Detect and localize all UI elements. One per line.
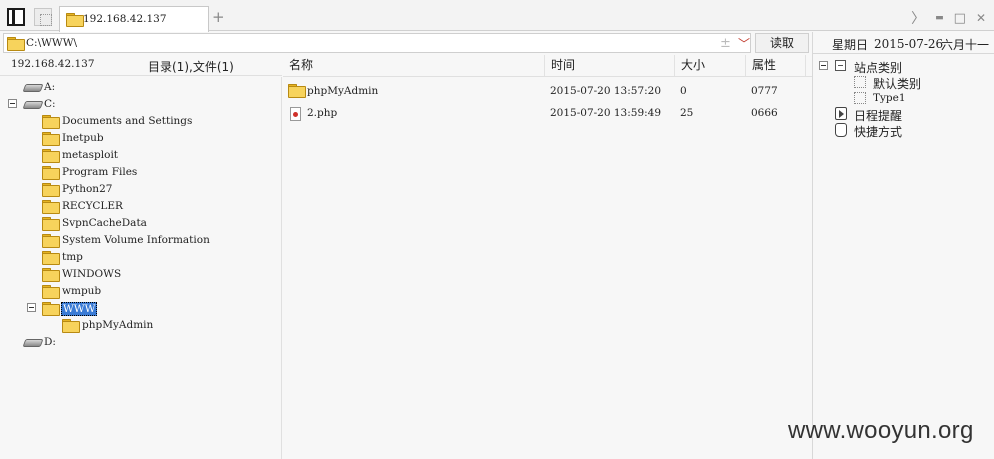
file-time: 2015-07-20 13:59:49 — [550, 107, 662, 119]
tab-blank[interactable] — [34, 8, 52, 26]
folder-icon — [66, 13, 84, 27]
tree-drive-label: D: — [44, 336, 56, 348]
path-input[interactable]: C:\WWW\ ± ﹀ — [3, 33, 751, 53]
tree-drive-label: C: — [44, 98, 56, 110]
date-bar: 星期日 2015-07-26 六月十一 — [813, 32, 994, 54]
file-name: phpMyAdmin — [307, 85, 379, 97]
host-label: 192.168.42.137 — [11, 58, 95, 70]
file-size: 0 — [680, 85, 687, 97]
tree-drive-label: A: — [44, 81, 56, 93]
folder-icon — [42, 251, 60, 265]
column-name[interactable]: 名称 — [283, 55, 545, 76]
folder-icon — [42, 200, 60, 214]
tree-folder-label: WWW — [61, 302, 98, 316]
folder-icon — [288, 84, 306, 98]
close-button[interactable]: ✕ — [976, 11, 986, 25]
folder-icon — [7, 37, 25, 51]
tree-folder-label: wmpub — [62, 285, 102, 297]
type1-label: Type1 — [873, 92, 906, 104]
collapse-icon[interactable] — [819, 61, 828, 70]
info-bar: 192.168.42.137 目录(1),文件(1) — [0, 55, 282, 76]
hand-icon — [835, 123, 847, 137]
folder-icon — [42, 268, 60, 282]
tree-folder-label: tmp — [62, 251, 83, 263]
drive-icon — [24, 82, 40, 91]
file-time: 2015-07-20 13:57:20 — [550, 85, 662, 97]
folder-icon — [62, 319, 80, 333]
column-attr[interactable]: 属性 — [746, 55, 806, 76]
tab-bar: 192.168.42.137 + 〉 ▬ □ ✕ — [0, 0, 994, 32]
window-controls: 〉 ▬ □ ✕ — [911, 8, 986, 28]
shortcut-label: 快捷方式 — [854, 125, 903, 139]
minimize-button[interactable]: ▬ — [935, 13, 944, 23]
folder-icon — [42, 217, 60, 231]
lunar-date: 六月十一 — [941, 38, 990, 52]
tab-active[interactable]: 192.168.42.137 — [59, 6, 209, 32]
site-category-label: 站点类别 — [854, 61, 903, 75]
folder-icon — [42, 166, 60, 180]
right-panel: 星期日 2015-07-26 六月十一 站点类别 默认类别 Type1 日程提醒… — [812, 32, 994, 459]
tree-folder-label: Documents and Settings — [62, 115, 193, 127]
default-category-label: 默认类别 — [873, 77, 922, 91]
folder-icon — [42, 132, 60, 146]
tree-folder-label: SvpnCacheData — [62, 217, 147, 229]
category-item-icon — [854, 76, 866, 88]
file-attr: 0666 — [751, 107, 778, 119]
add-tab-button[interactable]: + — [212, 8, 225, 26]
maximize-button[interactable]: □ — [954, 11, 966, 26]
tree-folder-label: System Volume Information — [62, 234, 210, 246]
read-button[interactable]: 读取 — [755, 33, 809, 53]
tree-folder-label: Program Files — [62, 166, 138, 178]
watermark: www.wooyun.org — [788, 417, 974, 444]
tree-folder-label: RECYCLER — [62, 200, 123, 212]
tree-folder-label: Inetpub — [62, 132, 104, 144]
column-time[interactable]: 时间 — [545, 55, 675, 76]
file-row[interactable]: phpMyAdmin 2015-07-20 13:57:20 0 0777 — [283, 80, 812, 102]
category-icon — [835, 60, 846, 71]
directory-tree: A: C: Documents and Settings Inetpub met… — [0, 77, 282, 459]
folder-icon — [42, 234, 60, 248]
path-value: C:\WWW\ — [26, 37, 78, 49]
folder-icon — [42, 183, 60, 197]
folder-icon — [42, 149, 60, 163]
collapse-icon[interactable] — [27, 303, 36, 312]
tab-label: 192.168.42.137 — [83, 13, 167, 25]
tree-folder-label: WINDOWS — [62, 268, 122, 280]
schedule-label: 日程提醒 — [854, 109, 903, 123]
file-name: 2.php — [307, 107, 338, 119]
item-count: 目录(1),文件(1) — [148, 60, 234, 74]
drive-icon — [24, 99, 40, 108]
category-item-icon — [854, 92, 866, 104]
plus-minus-icon[interactable]: ± — [720, 36, 731, 51]
address-bar: C:\WWW\ ± ﹀ 读取 — [0, 32, 812, 54]
tree-folder-label: phpMyAdmin — [82, 319, 154, 331]
column-size[interactable]: 大小 — [675, 55, 746, 76]
chevron-down-icon[interactable]: ﹀ — [738, 35, 750, 52]
folder-icon — [42, 115, 60, 129]
file-list-header: 名称 时间 大小 属性 — [283, 55, 812, 77]
file-attr: 0777 — [751, 85, 778, 97]
file-size: 25 — [680, 107, 694, 119]
weekday: 星期日 — [832, 38, 869, 52]
tree-folder-label: metasploit — [62, 149, 119, 161]
date: 2015-07-26 — [874, 37, 944, 51]
panel-toggle-icon[interactable] — [7, 8, 25, 26]
drive-icon — [24, 337, 40, 346]
file-row[interactable]: 2.php 2015-07-20 13:59:49 25 0666 — [283, 102, 812, 124]
php-file-icon — [290, 107, 301, 121]
file-list: 名称 时间 大小 属性 phpMyAdmin 2015-07-20 13:57:… — [283, 55, 812, 459]
folder-icon — [42, 285, 60, 299]
chevron-right-icon[interactable]: 〉 — [911, 8, 925, 28]
tree-folder-label: Python27 — [62, 183, 113, 195]
folder-open-icon — [42, 302, 60, 316]
collapse-icon[interactable] — [8, 99, 17, 108]
schedule-icon — [835, 107, 847, 120]
